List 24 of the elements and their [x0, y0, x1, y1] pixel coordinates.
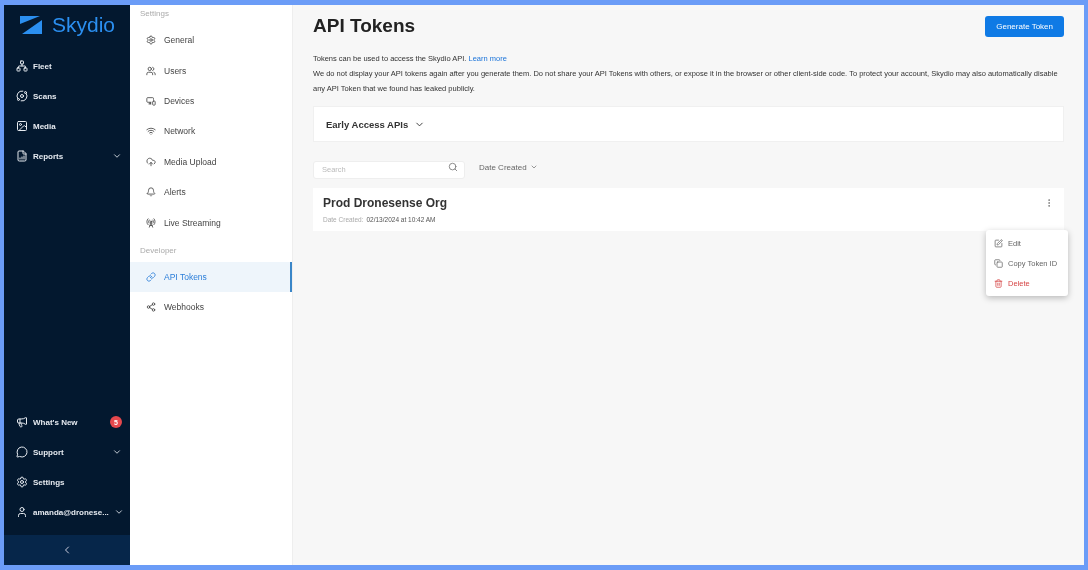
nav-item[interactable]: Fleet	[4, 51, 130, 81]
settings-nav-item[interactable]: API Tokens	[130, 261, 292, 293]
sort-dropdown[interactable]: Date Created	[473, 161, 544, 173]
page-title: API Tokens	[313, 15, 416, 37]
nav-item[interactable]: Scans	[4, 81, 130, 111]
settings-nav-item[interactable]: Webhooks	[130, 292, 292, 323]
token-name: Prod Dronesense Org	[323, 196, 448, 210]
nav-item[interactable]: Reports	[4, 141, 130, 171]
settings-nav-item[interactable]: Users	[130, 55, 292, 86]
brand-name: Skydio	[52, 13, 116, 37]
section-heading: Developer	[139, 244, 178, 257]
settings-nav-item[interactable]: Live Streaming	[130, 207, 292, 238]
nav-item[interactable]: Settings	[4, 467, 130, 497]
accordion-toggle[interactable]: Early Access APIs	[326, 118, 426, 130]
settings-nav-item[interactable]: Devices	[130, 85, 292, 117]
generate-token-button[interactable]: Generate Token	[985, 15, 1064, 37]
settings-nav-item[interactable]: Alerts	[130, 176, 292, 208]
settings-nav-item[interactable]: Network	[130, 116, 292, 147]
nav-item[interactable]: Support	[4, 437, 130, 467]
section-heading: Settings	[139, 8, 170, 20]
settings-nav-item[interactable]: Media Upload	[130, 146, 292, 177]
nav-item[interactable]: Media	[4, 111, 130, 141]
nav-item[interactable]: amanda@dronese...	[4, 497, 130, 527]
settings-nav-item[interactable]: General	[130, 25, 292, 56]
